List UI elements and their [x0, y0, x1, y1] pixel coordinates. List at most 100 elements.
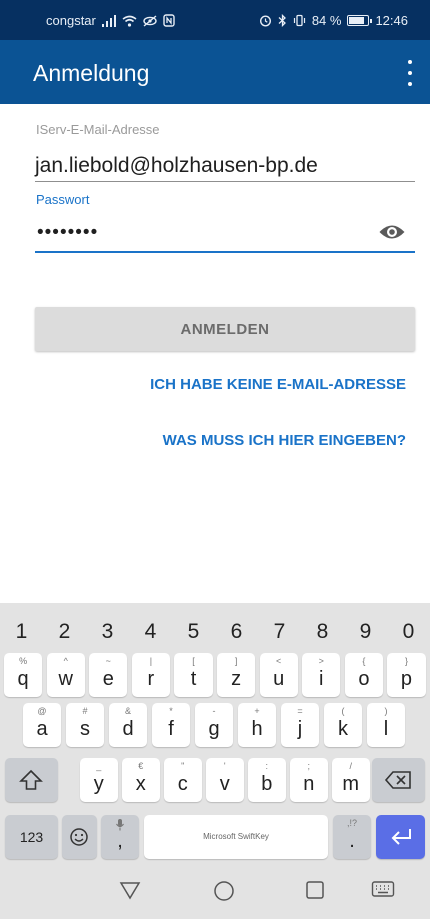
key-p[interactable]: } p — [387, 653, 426, 697]
period-key-hint: ,!? — [346, 818, 357, 828]
home-icon[interactable] — [213, 880, 235, 902]
key-3[interactable]: 3 — [88, 608, 127, 652]
key-x[interactable]: € x — [122, 758, 160, 802]
key-label: v — [219, 773, 230, 795]
key-hint: > — [318, 656, 324, 666]
key-k[interactable]: (k — [324, 703, 362, 747]
key-a[interactable]: @ a — [23, 703, 61, 747]
key-w[interactable]: ^ w — [46, 653, 85, 697]
login-button[interactable]: ANMELDEN — [35, 307, 415, 351]
emoji-key[interactable] — [62, 815, 97, 859]
key-n[interactable]: ; n — [290, 758, 328, 802]
help-link[interactable]: WAS MUSS ICH HIER EINGEBEN? — [163, 432, 406, 449]
key-hint: } — [404, 656, 408, 666]
key-0[interactable]: 0 — [389, 608, 428, 652]
app-bar: Anmeldung — [0, 40, 430, 104]
key-label: n — [303, 773, 315, 795]
key-label: 7 — [273, 620, 286, 643]
key-d[interactable]: & d — [109, 703, 147, 747]
period-key[interactable]: ,!? . — [333, 815, 371, 859]
key-m[interactable]: / m — [332, 758, 370, 802]
key-b[interactable]: :b — [248, 758, 286, 802]
key-2[interactable]: 2 — [45, 608, 84, 652]
space-key[interactable]: Microsoft SwiftKey — [144, 815, 328, 859]
backspace-icon — [384, 771, 411, 789]
key-hint: " — [181, 761, 185, 771]
key-hint: # — [82, 706, 88, 716]
key-hint: < — [276, 656, 282, 666]
shift-key[interactable] — [5, 758, 58, 802]
key-hint: % — [19, 656, 28, 666]
key-label: 1 — [15, 620, 28, 643]
key-y[interactable]: _ y — [80, 758, 118, 802]
key-f[interactable]: * f — [152, 703, 190, 747]
key-s[interactable]: # s — [66, 703, 104, 747]
key-g[interactable]: -g — [195, 703, 233, 747]
key-5[interactable]: 5 — [174, 608, 213, 652]
key-label: 0 — [402, 620, 415, 643]
status-right: 84 % 12:46 — [259, 13, 408, 28]
key-label: q — [17, 668, 29, 690]
key-u[interactable]: < u — [259, 653, 298, 697]
keyboard-icon[interactable] — [371, 880, 395, 898]
key-label: w — [58, 668, 73, 690]
key-8[interactable]: 8 — [303, 608, 342, 652]
key-9[interactable]: 9 — [346, 608, 385, 652]
key-label: 6 — [230, 620, 243, 643]
keyboard: 1234567890 % q ^ w ~ e | r[t] z < u > i{o} p @ a # s & d * f… — [0, 603, 430, 868]
key-e[interactable]: ~ e — [89, 653, 128, 697]
numbers-key[interactable]: 123 — [5, 815, 58, 859]
clock: 12:46 — [375, 13, 408, 28]
comma-key[interactable]: , — [101, 815, 139, 859]
bluetooth-icon — [278, 14, 286, 27]
navigation-bar — [0, 868, 430, 919]
email-field[interactable]: jan.liebold@holzhausen-bp.de — [35, 154, 318, 178]
key-hint: ( — [341, 706, 345, 716]
key-hint: ] — [234, 656, 238, 666]
key-r[interactable]: | r — [131, 653, 170, 697]
carrier-name: congstar — [46, 13, 96, 28]
backspace-key[interactable] — [372, 758, 425, 802]
more-vert-icon[interactable] — [400, 60, 420, 86]
key-v[interactable]: ' v — [206, 758, 244, 802]
enter-key[interactable] — [376, 815, 425, 859]
key-4[interactable]: 4 — [131, 608, 170, 652]
comma-key-label: , — [117, 830, 123, 852]
key-label: t — [190, 668, 197, 690]
key-hint: = — [297, 706, 303, 716]
key-6[interactable]: 6 — [217, 608, 256, 652]
key-hint: @ — [37, 706, 47, 716]
back-icon[interactable] — [119, 880, 141, 900]
password-underline — [35, 251, 415, 253]
vibrate-icon — [293, 14, 305, 27]
eye-icon[interactable] — [378, 222, 406, 242]
key-l[interactable]: ) l — [367, 703, 405, 747]
key-label: p — [400, 668, 413, 690]
key-t[interactable]: [t — [174, 653, 213, 697]
key-1[interactable]: 1 — [2, 608, 41, 652]
key-7[interactable]: 7 — [260, 608, 299, 652]
key-i[interactable]: > i — [302, 653, 341, 697]
key-h[interactable]: + h — [238, 703, 276, 747]
key-label: o — [358, 668, 370, 690]
key-hint: _ — [96, 761, 102, 771]
key-label: 3 — [101, 620, 114, 643]
key-label: c — [177, 773, 188, 795]
numbers-key-label: 123 — [19, 829, 44, 845]
recents-icon[interactable] — [305, 880, 325, 900]
key-hint: [ — [192, 656, 195, 666]
key-o[interactable]: {o — [344, 653, 383, 697]
key-hint: ) — [384, 706, 388, 716]
page-title: Anmeldung — [33, 60, 150, 86]
key-z[interactable]: ] z — [217, 653, 256, 697]
key-hint: * — [169, 706, 173, 716]
no-email-link[interactable]: ICH HABE KEINE E-MAIL-ADRESSE — [150, 376, 406, 393]
password-label: Passwort — [36, 192, 90, 207]
key-label: b — [261, 773, 273, 795]
password-field[interactable]: •••••••• — [37, 222, 98, 244]
key-hint: / — [349, 761, 352, 771]
status-bar: congstar 84 % 12:46 — [0, 0, 430, 40]
key-c[interactable]: " c — [164, 758, 202, 802]
key-q[interactable]: % q — [4, 653, 43, 697]
key-j[interactable]: = j — [281, 703, 319, 747]
